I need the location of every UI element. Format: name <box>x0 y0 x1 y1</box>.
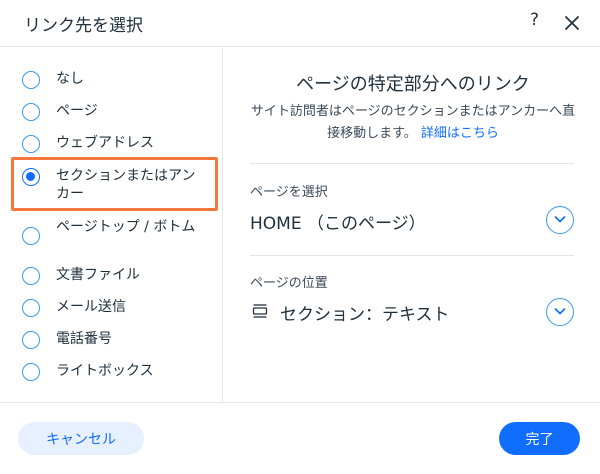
radio-button[interactable] <box>22 267 40 285</box>
page-select-value[interactable]: HOME （このページ） <box>250 209 426 234</box>
dialog-footer: キャンセル 完了 <box>0 402 600 474</box>
chevron-down-icon <box>554 308 566 315</box>
learn-more-link[interactable]: 詳細はこちら <box>421 126 499 141</box>
panel-title: ページの特定部分へのリンク <box>296 74 530 95</box>
radio-button[interactable] <box>22 363 40 381</box>
option-label: セクションまたはアンカー <box>56 168 196 202</box>
option-label: メール送信 <box>56 299 126 315</box>
radio-button[interactable] <box>22 103 40 121</box>
option-label: 文書ファイル <box>56 267 140 283</box>
panel-description: サイト訪問者はページのセクションまたはアンカーへ直接移動します。 詳細はこちら <box>250 101 576 145</box>
position-dropdown-button[interactable] <box>546 298 574 326</box>
position-value[interactable]: セクション：テキスト <box>280 300 450 325</box>
dialog-header: リンク先を選択 ? <box>0 0 600 47</box>
radio-button[interactable] <box>22 331 40 349</box>
radio-button[interactable] <box>22 227 40 245</box>
close-button[interactable] <box>562 13 582 33</box>
divider <box>250 255 574 256</box>
dialog-title: リンク先を選択 <box>24 16 143 36</box>
option-label: ライトボックス <box>56 363 154 379</box>
page-dropdown-button[interactable] <box>546 206 574 234</box>
position-label: ページの位置 <box>250 276 328 291</box>
radio-button[interactable] <box>22 135 40 153</box>
description-text: サイト訪問者はページのセクションまたはアンカーへ直接移動します。 <box>250 104 576 141</box>
close-icon <box>565 16 579 30</box>
option-label: 電話番号 <box>56 331 112 347</box>
radio-button[interactable] <box>22 71 40 89</box>
radio-button-selected[interactable] <box>22 168 40 186</box>
divider <box>250 163 574 164</box>
option-label: なし <box>56 71 84 87</box>
radio-button[interactable] <box>22 299 40 317</box>
chevron-down-icon <box>554 216 566 223</box>
option-label: ページトップ / ボトム <box>56 219 196 235</box>
section-icon <box>252 304 268 318</box>
page-select-label: ページを選択 <box>250 185 328 200</box>
done-button[interactable]: 完了 <box>499 422 580 455</box>
help-button[interactable]: ? <box>530 10 539 30</box>
option-label: ページ <box>56 103 98 119</box>
settings-panel: ページの特定部分へのリンク サイト訪問者はページのセクションまたはアンカーへ直接… <box>224 48 600 402</box>
link-type-list: なし ページ ウェブアドレス セクションまたはアンカー ページトップ / ボトム… <box>0 48 223 402</box>
option-label: ウェブアドレス <box>56 135 154 151</box>
cancel-button[interactable]: キャンセル <box>18 422 144 455</box>
